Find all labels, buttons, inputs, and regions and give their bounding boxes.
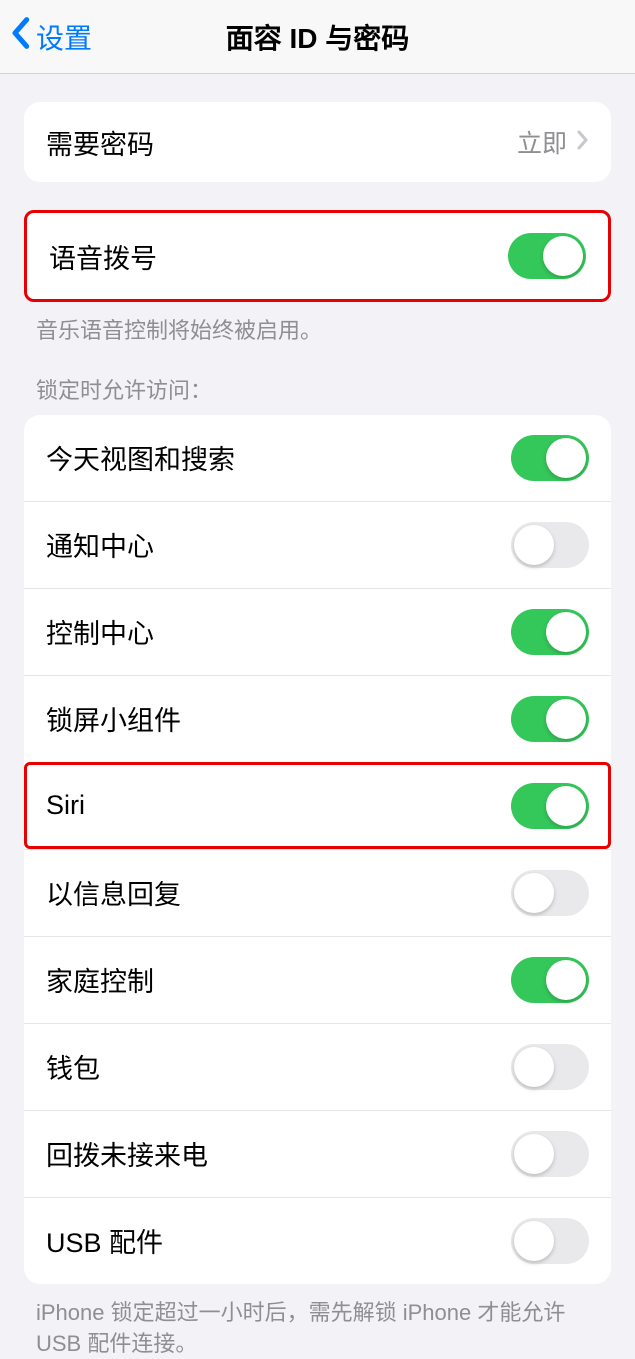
page-title: 面容 ID 与密码	[0, 17, 635, 57]
voice-dial-group: 语音拨号	[24, 210, 611, 302]
lock-access-label: USB 配件	[46, 1221, 163, 1260]
lock-access-toggle[interactable]	[511, 1218, 589, 1264]
voice-dial-footer: 音乐语音控制将始终被启用。	[0, 302, 635, 347]
lock-access-row: 回拨未接来电	[24, 1110, 611, 1197]
nav-bar: 设置 面容 ID 与密码	[0, 0, 635, 74]
voice-dial-toggle[interactable]	[508, 233, 586, 279]
lock-access-label: 锁屏小组件	[46, 699, 181, 738]
require-passcode-label: 需要密码	[46, 123, 154, 162]
lock-access-label: 今天视图和搜索	[46, 438, 235, 477]
lock-access-toggle[interactable]	[511, 1044, 589, 1090]
lock-access-footer: iPhone 锁定超过一小时后，需先解锁 iPhone 才能允许USB 配件连接…	[0, 1284, 635, 1359]
back-label: 设置	[36, 17, 92, 57]
back-button[interactable]: 设置	[0, 16, 92, 57]
lock-access-toggle[interactable]	[511, 957, 589, 1003]
lock-access-label: 家庭控制	[46, 960, 154, 999]
lock-access-row: 锁屏小组件	[24, 675, 611, 762]
lock-access-toggle[interactable]	[511, 696, 589, 742]
lock-access-label: 钱包	[46, 1047, 100, 1086]
lock-access-toggle[interactable]	[511, 435, 589, 481]
chevron-left-icon	[10, 16, 30, 57]
voice-dial-row: 语音拨号	[27, 213, 608, 299]
lock-access-toggle[interactable]	[511, 870, 589, 916]
require-passcode-row[interactable]: 需要密码 立即	[24, 102, 611, 182]
lock-access-toggle[interactable]	[511, 1131, 589, 1177]
lock-access-row: 通知中心	[24, 501, 611, 588]
lock-access-row: 家庭控制	[24, 936, 611, 1023]
chevron-right-icon	[577, 128, 589, 157]
lock-access-label: 回拨未接来电	[46, 1134, 208, 1173]
lock-access-header: 锁定时允许访问：	[0, 347, 635, 415]
require-passcode-value: 立即	[517, 124, 589, 160]
lock-access-row: 以信息回复	[24, 849, 611, 936]
lock-access-label: Siri	[46, 790, 85, 821]
lock-access-row: 钱包	[24, 1023, 611, 1110]
lock-access-label: 通知中心	[46, 525, 154, 564]
lock-access-toggle[interactable]	[511, 609, 589, 655]
content: 需要密码 立即 语音拨号 音乐语音控制将始终被启用。 锁定时允许访问： 今天视图…	[0, 102, 635, 1359]
lock-access-group: 今天视图和搜索通知中心控制中心锁屏小组件 Siri 以信息回复家庭控制钱包回拨未接来…	[24, 415, 611, 1284]
lock-access-row: 控制中心	[24, 588, 611, 675]
lock-access-row: 今天视图和搜索	[24, 415, 611, 501]
passcode-group: 需要密码 立即	[24, 102, 611, 182]
lock-access-toggle[interactable]	[511, 522, 589, 568]
lock-access-row: Siri	[24, 762, 611, 849]
lock-access-label: 以信息回复	[46, 873, 181, 912]
voice-dial-label: 语音拨号	[49, 237, 157, 276]
lock-access-row: USB 配件	[24, 1197, 611, 1284]
lock-access-toggle[interactable]	[511, 783, 589, 829]
lock-access-label: 控制中心	[46, 612, 154, 651]
